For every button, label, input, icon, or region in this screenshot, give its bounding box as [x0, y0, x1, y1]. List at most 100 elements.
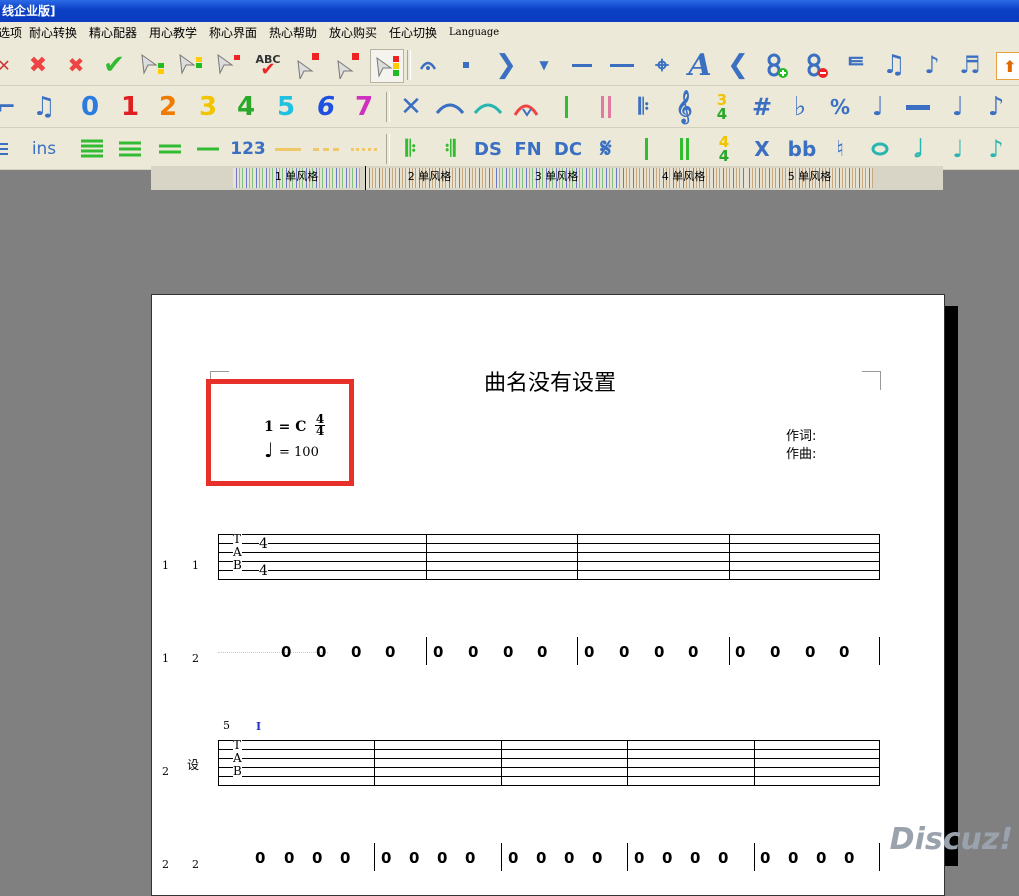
menu-switch[interactable]: 任心切换 — [389, 22, 437, 44]
note-digit[interactable]: 0 — [788, 849, 798, 867]
score-page[interactable]: 曲名没有设置 1 = C 4 4 ♩ = 100 作词: 作曲: 1 1 T A… — [151, 294, 945, 896]
tab-style-5[interactable]: 5 单风格 — [746, 168, 873, 188]
two-lines-icon[interactable] — [154, 133, 186, 165]
cursor-active-icon[interactable] — [370, 49, 404, 83]
digit-1-button[interactable]: 1 — [114, 91, 146, 123]
export-icon[interactable]: ⬆ — [996, 52, 1019, 80]
eighth-note-teal-icon[interactable]: ♪ — [980, 133, 1012, 165]
single-bar-icon[interactable] — [550, 91, 582, 123]
key-signature[interactable]: 1 = C — [264, 419, 306, 435]
time-signature-3-4-icon[interactable]: 34 — [706, 91, 738, 123]
note-beam-icon[interactable]: ♫ — [878, 49, 910, 81]
digit-6-button[interactable]: 6 — [310, 91, 342, 123]
slur-arrow-icon[interactable] — [510, 91, 542, 123]
sharp-icon[interactable]: # — [746, 91, 778, 123]
note-digit[interactable]: 0 — [316, 643, 326, 661]
half-note-icon[interactable]: 𝅗𝅥 — [902, 133, 934, 165]
select-level-3-icon[interactable] — [212, 49, 244, 81]
natural-icon[interactable]: ♮ — [824, 133, 856, 165]
note-digit[interactable]: 0 — [284, 849, 294, 867]
dash-icon[interactable] — [566, 49, 598, 81]
quarter-note-icon[interactable]: ♩ — [862, 91, 894, 123]
select-level-icon[interactable] — [136, 49, 168, 81]
note-digit[interactable]: 0 — [654, 643, 664, 661]
digit-4-button[interactable]: 4 — [230, 91, 262, 123]
repeat-icon[interactable]: 𝄆 — [628, 91, 660, 123]
dash-line-icon[interactable] — [272, 133, 304, 165]
note-flag-icon[interactable]: ♪ — [916, 49, 948, 81]
note-digit[interactable]: 0 — [662, 849, 672, 867]
note-digit[interactable]: 0 — [718, 849, 728, 867]
note-stem-icon[interactable]: ♩ — [942, 91, 974, 123]
insert-button[interactable]: ins — [28, 133, 60, 165]
x-button[interactable]: X — [746, 133, 778, 165]
three-lines-icon[interactable] — [114, 133, 146, 165]
note-digit[interactable]: 0 — [340, 849, 350, 867]
cross-icon[interactable]: ✖ — [60, 49, 92, 81]
note-digit[interactable]: 0 — [433, 643, 443, 661]
menu-convert[interactable]: 耐心转换 — [29, 22, 77, 44]
dash-line-3-icon[interactable] — [348, 133, 380, 165]
chevron-left-icon[interactable]: ❮ — [722, 49, 754, 81]
note-digit[interactable]: 0 — [760, 849, 770, 867]
tab-style-2[interactable]: 2 单风格 — [366, 168, 493, 188]
note-digit[interactable]: 0 — [619, 643, 629, 661]
spellcheck-icon[interactable]: ABC ✔ — [252, 49, 284, 81]
menu-interface[interactable]: 称心界面 — [209, 22, 257, 44]
arrow-down-icon[interactable]: ▼ — [528, 49, 560, 81]
arc-dot-icon[interactable] — [412, 49, 444, 81]
ds-button[interactable]: DS — [472, 133, 504, 165]
note-digit[interactable]: 0 — [690, 849, 700, 867]
note-digit[interactable]: 0 — [508, 849, 518, 867]
menu-language[interactable]: Language — [449, 22, 499, 44]
digit-2-button[interactable]: 2 — [152, 91, 184, 123]
note-digit[interactable]: 0 — [584, 643, 594, 661]
note-digit[interactable]: 0 — [381, 849, 391, 867]
digit-3-button[interactable]: 3 — [192, 91, 224, 123]
repeat-end-icon[interactable]: 𝄇 — [434, 133, 466, 165]
note-digit[interactable]: 0 — [409, 849, 419, 867]
menu-buy[interactable]: 放心购买 — [329, 22, 377, 44]
note-digit[interactable]: 0 — [839, 643, 849, 661]
note-digit[interactable]: 0 — [592, 849, 602, 867]
double-flat-button[interactable]: bb — [786, 133, 818, 165]
double-bar-icon[interactable] — [590, 91, 622, 123]
repeat-start-icon[interactable]: 𝄆 — [395, 133, 427, 165]
note-digit[interactable]: 0 — [468, 643, 478, 661]
note-digit[interactable]: 0 — [351, 643, 361, 661]
select-level-2-icon[interactable] — [174, 49, 206, 81]
digit-5-button[interactable]: 5 — [270, 91, 302, 123]
slur-icon[interactable] — [472, 91, 504, 123]
delete-red-x-icon[interactable]: ✕ — [0, 49, 20, 81]
lyricist-label[interactable]: 作词: — [786, 425, 816, 444]
bar-icon[interactable] — [630, 133, 662, 165]
delete-x-icon[interactable]: ✕ — [395, 91, 427, 123]
four-lines-icon[interactable] — [76, 133, 108, 165]
treble-clef-icon[interactable]: 𝄞 — [668, 90, 700, 123]
time-signature[interactable]: 4 4 — [315, 413, 325, 437]
note-digit[interactable]: 0 — [437, 849, 447, 867]
note-digit[interactable]: 0 — [312, 849, 322, 867]
note-digit[interactable]: 0 — [634, 849, 644, 867]
note-digit[interactable]: 0 — [385, 643, 395, 661]
grace-note-icon[interactable]: ♪ — [980, 91, 1012, 123]
dash-line-2-icon[interactable] — [310, 133, 342, 165]
tab-style-4[interactable]: 4 单风格 — [620, 168, 747, 188]
crosshair-icon[interactable]: ⌖ — [646, 49, 678, 81]
remove-note-icon[interactable] — [800, 49, 832, 81]
note-digit[interactable]: 0 — [564, 849, 574, 867]
note-digit[interactable]: 0 — [688, 643, 698, 661]
dash-2-icon[interactable] — [606, 49, 638, 81]
dc-button[interactable]: DC — [552, 133, 584, 165]
menu-options[interactable]: 选项 — [0, 22, 22, 44]
quarter-note-teal-icon[interactable]: ♩ — [942, 133, 974, 165]
menu-help[interactable]: 热心帮助 — [269, 22, 317, 44]
eighth-notes-icon[interactable]: ♬ — [954, 49, 986, 81]
cursor-red-icon[interactable] — [292, 49, 324, 81]
beamed-notes-icon[interactable]: ♫ — [28, 91, 60, 123]
composer-label[interactable]: 作曲: — [786, 443, 816, 462]
note-digit[interactable]: 0 — [735, 643, 745, 661]
add-note-icon[interactable] — [760, 49, 792, 81]
track-label[interactable]: 设 — [187, 756, 199, 773]
dot-icon[interactable] — [450, 49, 482, 81]
